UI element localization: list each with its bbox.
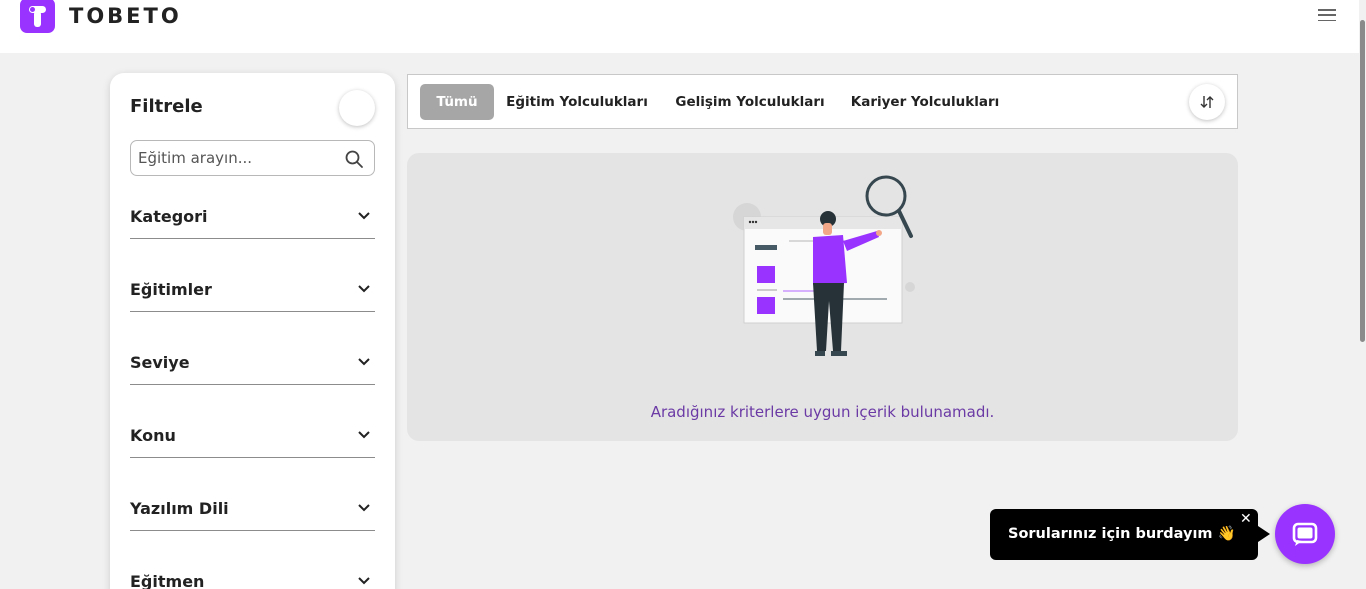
hamburger-icon[interactable]: [1318, 9, 1336, 21]
sort-button[interactable]: [1189, 84, 1225, 120]
chat-greeting-bubble[interactable]: Sorularınız için burdayım 👋 ✕: [990, 509, 1258, 560]
close-icon[interactable]: ✕: [1240, 511, 1252, 527]
accordion-label: Eğitimler: [130, 280, 212, 299]
accordion-label: Konu: [130, 426, 176, 445]
accordion-kategori[interactable]: Kategori: [130, 199, 375, 239]
empty-results-panel: Aradığınız kriterlere uygun içerik bulun…: [407, 153, 1238, 441]
logo-text: TOBETO: [69, 3, 182, 28]
sort-arrows-icon: [1200, 96, 1214, 108]
search-icon[interactable]: [344, 149, 364, 169]
search-input[interactable]: [131, 149, 331, 167]
tab-gelisim-yolculuklari[interactable]: Gelişim Yolculukları: [669, 84, 831, 120]
chevron-down-icon: [358, 358, 370, 366]
tab-egitim-yolculuklari[interactable]: Eğitim Yolculukları: [503, 84, 651, 120]
chat-launcher-button[interactable]: [1275, 504, 1335, 564]
page-scrollbar[interactable]: [1359, 0, 1366, 589]
accordion-label: Yazılım Dili: [130, 499, 229, 518]
chevron-down-icon: [358, 285, 370, 293]
accordion-label: Kategori: [130, 207, 208, 226]
empty-results-message: Aradığınız kriterlere uygun içerik bulun…: [650, 403, 995, 421]
category-tabs: Tümü Eğitim Yolculukları Gelişim Yolculu…: [407, 74, 1238, 129]
chevron-down-icon: [358, 577, 370, 585]
accordion-label: Eğitmen: [130, 572, 205, 589]
logo-mark-icon: [20, 0, 55, 33]
tab-kariyer-yolculuklari[interactable]: Kariyer Yolculukları: [845, 84, 1005, 120]
top-navbar: TOBETO: [0, 0, 1366, 53]
chevron-down-icon: [358, 212, 370, 220]
accordion-yazilim-dili[interactable]: Yazılım Dili: [130, 491, 375, 531]
tab-tumu[interactable]: Tümü: [420, 84, 494, 120]
chat-bubble-tail: [1258, 526, 1270, 542]
chevron-down-icon: [358, 431, 370, 439]
accordion-label: Seviye: [130, 353, 190, 372]
filter-reset-button[interactable]: [339, 90, 375, 126]
accordion-konu[interactable]: Konu: [130, 418, 375, 458]
accordion-seviye[interactable]: Seviye: [130, 345, 375, 385]
search-field[interactable]: [130, 140, 375, 176]
chat-greeting-text: Sorularınız için burdayım 👋: [1008, 526, 1236, 542]
filter-panel: Filtrele Kategori Eğitimler Seviye Konu …: [110, 73, 395, 589]
no-results-illustration: [733, 175, 915, 356]
chat-icon: [1292, 522, 1318, 546]
tobeto-logo[interactable]: TOBETO: [20, 0, 182, 33]
accordion-egitimler[interactable]: Eğitimler: [130, 272, 375, 312]
accordion-egitmen[interactable]: Eğitmen: [130, 564, 375, 589]
filter-title: Filtrele: [130, 96, 203, 117]
chevron-down-icon: [358, 504, 370, 512]
